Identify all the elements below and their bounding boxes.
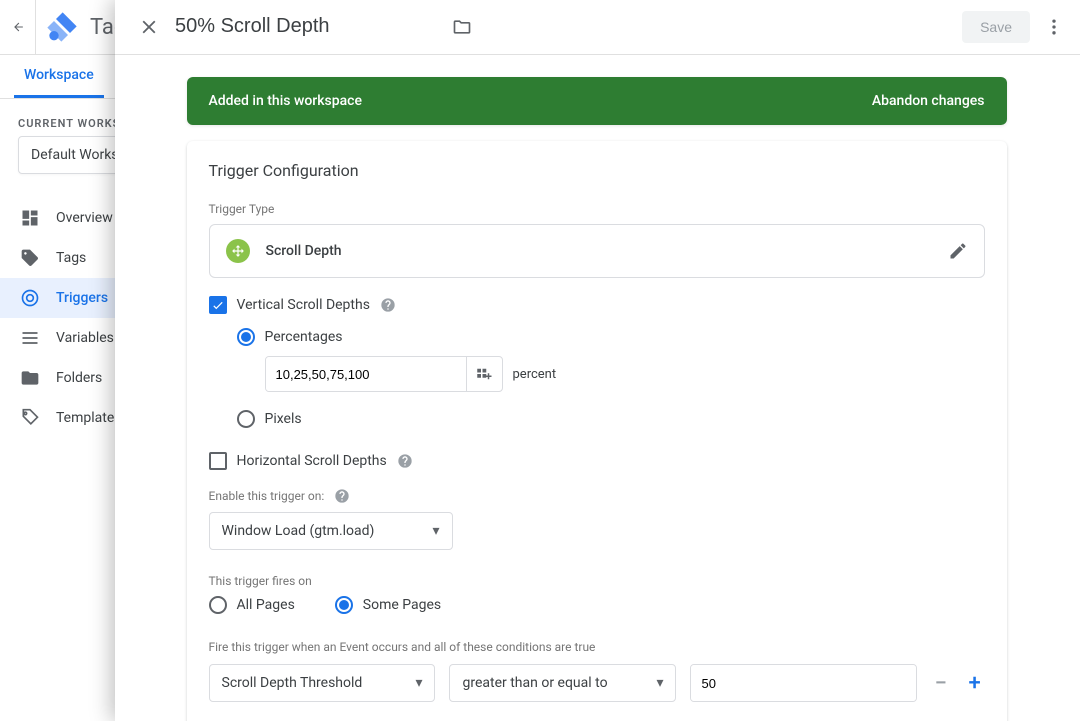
trigger-type-name: Scroll Depth [266, 243, 342, 259]
condition-variable-value: Scroll Depth Threshold [222, 675, 363, 691]
nav-tags-label: Tags [56, 250, 86, 266]
variables-icon [20, 328, 40, 348]
add-condition-button[interactable]: + [965, 671, 985, 696]
all-pages-radio[interactable] [209, 596, 227, 614]
save-button[interactable]: Save [962, 11, 1030, 43]
nav-triggers-label: Triggers [56, 290, 108, 306]
pixels-radio[interactable] [237, 410, 255, 428]
back-button[interactable] [12, 0, 36, 55]
trigger-edit-panel: Save Added in this workspace Abandon cha… [115, 0, 1080, 721]
remove-condition-button[interactable]: − [931, 671, 951, 696]
templates-icon [20, 408, 40, 428]
condition-operator-select[interactable]: greater than or equal to ▾ [449, 664, 676, 702]
vertical-scroll-label: Vertical Scroll Depths [237, 297, 370, 313]
banner-text: Added in this workspace [209, 93, 362, 109]
trigger-name-input[interactable] [175, 15, 440, 39]
trigger-config-title: Trigger Configuration [209, 161, 985, 180]
percentages-label: Percentages [265, 329, 343, 345]
nav-variables-label: Variables [56, 330, 114, 346]
more-menu-button[interactable] [1042, 17, 1066, 37]
help-icon[interactable] [334, 488, 350, 504]
condition-operator-value: greater than or equal to [462, 675, 607, 691]
condition-value-input[interactable] [691, 665, 916, 701]
scroll-depth-icon [226, 239, 250, 263]
folder-icon [20, 368, 40, 388]
product-logo [46, 11, 78, 43]
pixels-label: Pixels [265, 411, 302, 427]
all-pages-label: All Pages [237, 597, 295, 613]
some-pages-radio[interactable] [335, 596, 353, 614]
percentages-radio[interactable] [237, 328, 255, 346]
target-icon [20, 288, 40, 308]
close-button[interactable] [129, 7, 169, 47]
enable-on-label: Enable this trigger on: [209, 489, 325, 503]
pencil-icon [948, 241, 968, 261]
chevron-down-icon: ▾ [432, 523, 439, 539]
percent-unit: percent [513, 367, 557, 382]
workspace-change-banner: Added in this workspace Abandon changes [187, 77, 1007, 125]
enable-on-value: Window Load (gtm.load) [222, 523, 375, 539]
trigger-type-label: Trigger Type [209, 202, 985, 216]
abandon-changes-link[interactable]: Abandon changes [872, 93, 985, 109]
folder-icon[interactable] [448, 13, 476, 41]
trigger-type-selector[interactable]: Scroll Depth [209, 224, 985, 278]
chevron-down-icon: ▾ [656, 675, 663, 691]
condition-variable-select[interactable]: Scroll Depth Threshold ▾ [209, 664, 436, 702]
percentages-input[interactable] [266, 357, 466, 391]
horizontal-scroll-label: Horizontal Scroll Depths [237, 453, 387, 469]
fires-on-label: This trigger fires on [209, 574, 985, 588]
some-pages-label: Some Pages [363, 597, 441, 613]
chevron-down-icon: ▾ [415, 675, 422, 691]
variable-picker-button[interactable] [466, 357, 502, 391]
help-icon[interactable] [380, 297, 396, 313]
dashboard-icon [20, 208, 40, 228]
enable-on-select[interactable]: Window Load (gtm.load) ▾ [209, 512, 453, 550]
horizontal-scroll-checkbox[interactable] [209, 452, 227, 470]
tab-workspace[interactable]: Workspace [14, 55, 104, 98]
nav-overview-label: Overview [56, 210, 113, 226]
tag-icon [20, 248, 40, 268]
nav-templates-label: Templates [56, 410, 122, 426]
vertical-scroll-checkbox[interactable] [209, 296, 227, 314]
help-icon[interactable] [397, 453, 413, 469]
conditions-label: Fire this trigger when an Event occurs a… [209, 640, 985, 654]
nav-folders-label: Folders [56, 370, 102, 386]
